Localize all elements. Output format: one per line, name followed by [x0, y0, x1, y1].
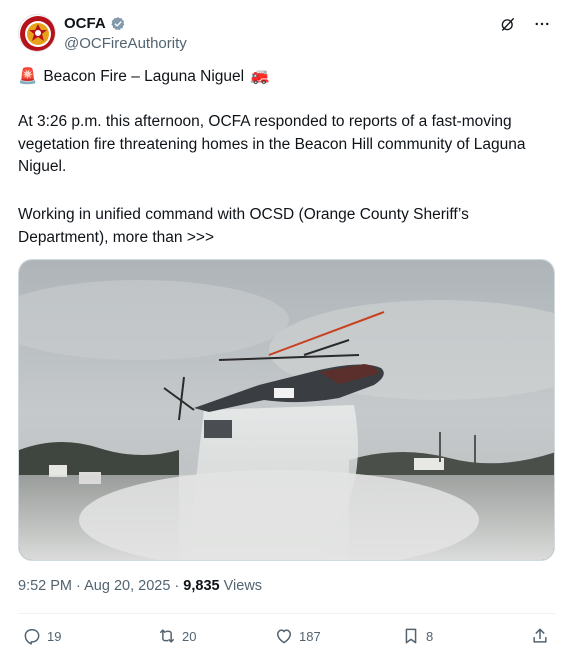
name-row: OCFA	[64, 15, 126, 32]
reply-icon	[24, 629, 40, 645]
post-title-line: 🚨 Beacon Fire – Laguna Niguel 🚒	[18, 66, 554, 89]
bookmark-button[interactable]: 8	[401, 624, 433, 648]
reply-count: 19	[47, 628, 62, 644]
bookmark-count: 8	[426, 628, 434, 644]
post-media-photo[interactable]	[18, 259, 555, 561]
divider	[18, 613, 555, 614]
post-paragraph-1: At 3:26 p.m. this afternoon, OCFA respon…	[18, 113, 526, 175]
avatar[interactable]	[18, 14, 56, 52]
more-options-icon[interactable]	[532, 14, 552, 34]
siren-emoji: 🚨	[18, 68, 38, 85]
post-paragraph-2: Working in unified command with OCSD (Or…	[18, 206, 469, 246]
reply-button[interactable]: 19	[22, 624, 61, 648]
post-card: OCFA @OCFireAuthority 🚨 Beacon Fire – La	[0, 0, 570, 663]
handle[interactable]: @OCFireAuthority	[64, 35, 187, 52]
ocfa-badge-icon	[20, 16, 55, 51]
repost-count: 20	[182, 628, 197, 644]
share-button[interactable]	[530, 624, 550, 648]
post-meta: 9:52 PM · Aug 20, 2025 · 9,835 Views	[18, 578, 262, 594]
like-button[interactable]: 187	[274, 624, 321, 648]
views-label: Views	[223, 578, 263, 594]
post-time[interactable]: 9:52 PM	[18, 578, 72, 594]
views-count: 9,835	[183, 578, 220, 594]
post-title: Beacon Fire – Laguna Niguel	[43, 68, 245, 85]
top-actions	[498, 14, 552, 34]
post-date[interactable]: Aug 20, 2025	[84, 578, 170, 594]
like-count: 187	[299, 628, 321, 644]
repost-button[interactable]: 20	[157, 624, 196, 648]
helicopter-water-drop-photo	[19, 260, 554, 560]
meta-separator: ·	[76, 578, 81, 594]
fire-engine-emoji: 🚒	[250, 68, 270, 85]
bookmark-icon	[405, 628, 417, 644]
meta-separator: ·	[174, 578, 180, 594]
action-bar: 19 20 187 8	[18, 624, 555, 650]
display-name[interactable]: OCFA	[64, 15, 106, 32]
share-icon	[533, 628, 547, 643]
verified-badge-icon	[110, 16, 126, 32]
heart-icon	[277, 629, 291, 644]
repost-icon	[160, 629, 174, 643]
grok-icon[interactable]	[498, 14, 518, 34]
